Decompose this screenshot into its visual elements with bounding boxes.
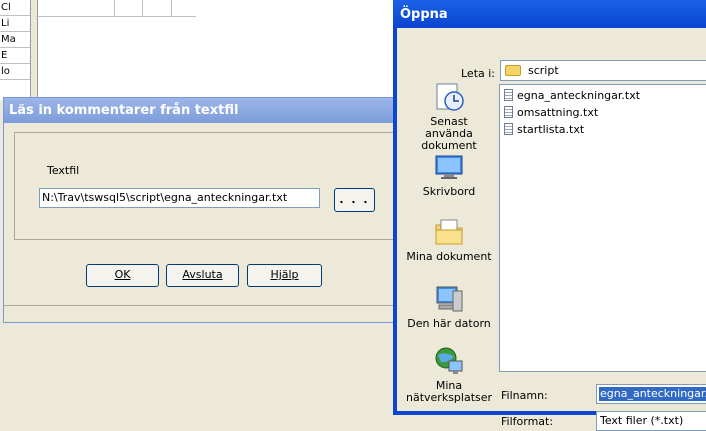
textfile-label: Textfil xyxy=(47,164,80,177)
place-label: Senast använda dokument xyxy=(421,115,477,152)
textfile-path-input[interactable]: N:\Trav\tswsql5\script\egna_anteckningar… xyxy=(39,188,320,208)
row-label: Cl xyxy=(0,0,30,16)
place-label: Skrivbord xyxy=(422,185,476,198)
background-grid-row xyxy=(36,0,196,17)
grid-line xyxy=(171,0,172,16)
grid-line xyxy=(142,0,143,16)
places-bar: Senast använda dokument Skrivbord Mina d… xyxy=(406,81,492,411)
dialog-title: Öppna xyxy=(393,0,706,28)
filetype-dropdown[interactable]: Text filer (*.txt) xyxy=(596,411,706,431)
network-places-icon xyxy=(433,345,465,377)
row-label: E xyxy=(0,48,30,64)
dialog-body: Leta i: script Senast använda dokument S… xyxy=(397,28,706,431)
file-name: startlista.txt xyxy=(517,123,585,136)
place-label: Mina nätverksplatser xyxy=(406,379,493,404)
look-in-value: script xyxy=(528,64,559,77)
textfile-group xyxy=(14,132,396,240)
place-desktop[interactable]: Skrivbord xyxy=(406,151,492,198)
my-computer-icon xyxy=(433,283,465,315)
folder-icon xyxy=(505,65,521,76)
place-recent[interactable]: Senast använda dokument xyxy=(406,81,492,152)
text-file-icon xyxy=(504,123,513,135)
help-label: Hjälp xyxy=(270,268,299,281)
file-name: omsattning.txt xyxy=(517,106,599,119)
open-file-dialog: Öppna Leta i: script Senast använda doku… xyxy=(393,0,706,431)
row-label: Li xyxy=(0,16,30,32)
row-label: Ma xyxy=(0,32,30,48)
text-file-icon xyxy=(504,89,513,101)
look-in-dropdown[interactable]: script xyxy=(500,60,706,81)
cancel-label: Avsluta xyxy=(182,268,223,281)
desktop-icon xyxy=(433,151,465,183)
list-item[interactable]: startlista.txt xyxy=(504,122,584,138)
status-divider xyxy=(4,305,402,306)
import-comments-dialog: Läs in kommentarer från textfil Textfil … xyxy=(3,97,403,323)
look-in-label: Leta i: xyxy=(461,67,496,80)
filetype-label: Filformat: xyxy=(501,415,554,428)
help-button[interactable]: Hjälp xyxy=(247,264,322,287)
browse-button[interactable]: . . . xyxy=(334,188,375,212)
row-label: lo xyxy=(0,64,30,80)
grid-line xyxy=(114,0,115,16)
filename-input[interactable]: egna_anteckningar.txt xyxy=(596,384,706,404)
dialog-title: Läs in kommentarer från textfil xyxy=(4,98,402,123)
place-network[interactable]: Mina nätverksplatser xyxy=(406,345,492,404)
place-label: Den här datorn xyxy=(407,317,491,330)
place-my-computer[interactable]: Den här datorn xyxy=(406,283,492,330)
recent-documents-icon xyxy=(433,81,465,113)
text-file-icon xyxy=(504,106,513,118)
file-list: egna_anteckningar.txt omsattning.txt sta… xyxy=(499,84,706,372)
background-row-labels: Cl Li Ma E lo xyxy=(0,0,31,86)
cancel-button[interactable]: Avsluta xyxy=(166,264,239,287)
list-item[interactable]: omsattning.txt xyxy=(504,105,598,121)
place-my-documents[interactable]: Mina dokument xyxy=(406,216,492,263)
my-documents-icon xyxy=(433,216,465,248)
place-label: Mina dokument xyxy=(406,250,492,263)
filename-value: egna_anteckningar.txt xyxy=(599,387,706,401)
ok-label: OK xyxy=(114,268,131,281)
filename-label: Filnamn: xyxy=(501,389,548,402)
list-item[interactable]: egna_anteckningar.txt xyxy=(504,88,640,104)
file-name: egna_anteckningar.txt xyxy=(517,89,641,102)
ok-button[interactable]: OK xyxy=(86,264,159,287)
